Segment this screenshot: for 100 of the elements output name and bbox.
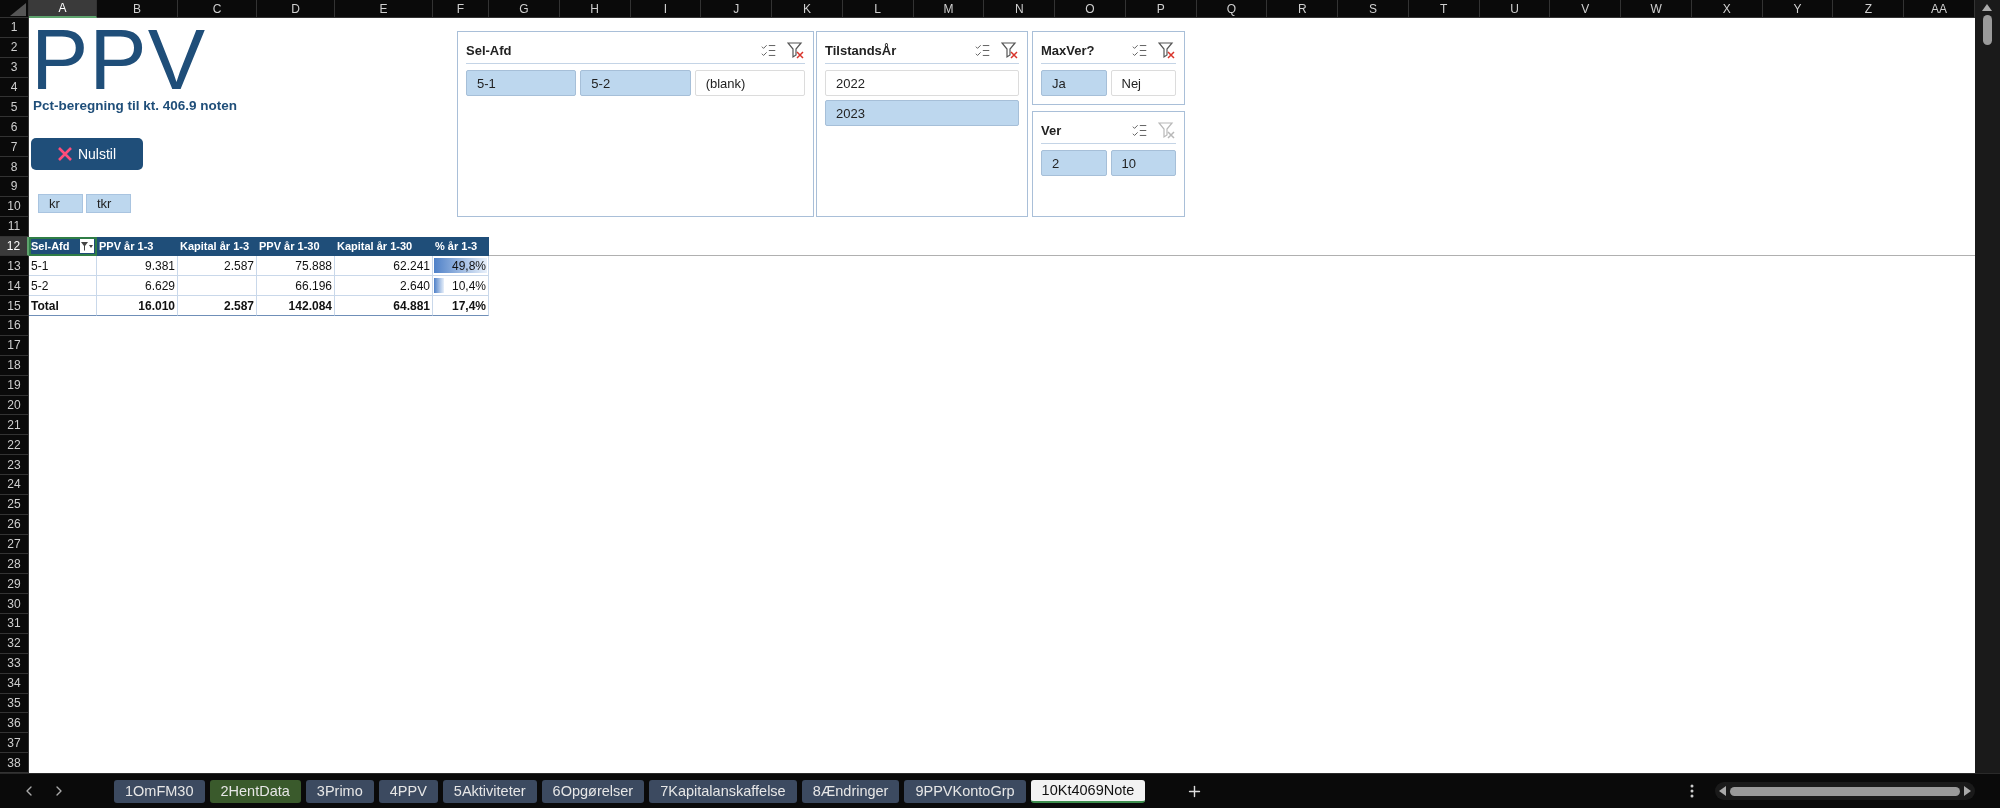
column-header[interactable]: K	[772, 0, 843, 18]
column-header[interactable]: M	[913, 0, 985, 18]
row-header[interactable]: 38	[0, 753, 29, 773]
sheet-tab[interactable]: 5Aktiviteter	[442, 779, 537, 803]
row-header[interactable]: 28	[0, 554, 29, 575]
column-header[interactable]: V	[1550, 0, 1622, 18]
row-header[interactable]: 20	[0, 395, 29, 416]
select-all-corner[interactable]	[0, 0, 29, 18]
sheet-tab[interactable]: 9PPVKontoGrp	[904, 779, 1026, 803]
row-header[interactable]: 3	[0, 57, 29, 78]
row-header[interactable]: 23	[0, 455, 29, 475]
scroll-left-icon[interactable]	[1719, 786, 1726, 796]
column-header[interactable]: Y	[1762, 0, 1834, 18]
row-header[interactable]: 2	[0, 37, 29, 58]
vertical-scrollbar[interactable]	[1975, 0, 2000, 773]
slicer-item[interactable]: 5-2	[580, 70, 691, 96]
row-header[interactable]: 1	[0, 18, 29, 38]
row-header[interactable]: 32	[0, 633, 29, 654]
sheet-tab[interactable]: 4PPV	[378, 779, 438, 803]
row-header[interactable]: 8	[0, 157, 29, 177]
column-header[interactable]: C	[178, 0, 257, 18]
clear-filter-button[interactable]	[787, 42, 805, 59]
column-header[interactable]: AA	[1904, 0, 1975, 18]
row-header[interactable]: 6	[0, 117, 29, 138]
clear-filter-button[interactable]	[1001, 42, 1019, 59]
row-header[interactable]: 22	[0, 435, 29, 456]
column-header[interactable]: O	[1055, 0, 1126, 18]
reset-button[interactable]: Nulstil	[31, 138, 143, 170]
row-header[interactable]: 25	[0, 494, 29, 515]
filter-button[interactable]	[80, 239, 94, 254]
slicer-item[interactable]: 2023	[825, 100, 1019, 126]
row-header[interactable]: 26	[0, 514, 29, 535]
sheet-tab[interactable]: 6Opgørelser	[541, 779, 645, 803]
row-header[interactable]: 5	[0, 97, 29, 118]
column-header[interactable]: I	[630, 0, 702, 18]
row-header[interactable]: 17	[0, 335, 29, 356]
row-header[interactable]: 16	[0, 316, 29, 336]
slicer-item[interactable]: Nej	[1110, 70, 1176, 96]
column-header[interactable]: R	[1267, 0, 1339, 18]
row-header[interactable]: 4	[0, 77, 29, 98]
column-header[interactable]: W	[1621, 0, 1692, 18]
column-header[interactable]: G	[489, 0, 560, 18]
scroll-thumb[interactable]	[1730, 786, 1960, 796]
row-header[interactable]: 18	[0, 355, 29, 376]
scroll-up-icon[interactable]	[1982, 4, 1993, 11]
unit-button[interactable]: kr	[38, 194, 83, 213]
row-header[interactable]: 29	[0, 574, 29, 595]
scroll-right-icon[interactable]	[1964, 786, 1971, 796]
row-header[interactable]: 36	[0, 713, 29, 734]
multi-select-button[interactable]	[1131, 42, 1148, 59]
row-header[interactable]: 37	[0, 733, 29, 754]
row-header[interactable]: 33	[0, 653, 29, 674]
horizontal-scrollbar[interactable]	[1715, 782, 1975, 800]
slicer-item[interactable]: 5-1	[466, 70, 577, 96]
column-header[interactable]: P	[1125, 0, 1197, 18]
column-header[interactable]: T	[1408, 0, 1480, 18]
multi-select-button[interactable]	[760, 42, 777, 59]
clear-filter-button[interactable]	[1158, 42, 1176, 59]
slicer-item[interactable]: Ja	[1041, 70, 1107, 96]
column-header[interactable]: B	[97, 0, 178, 18]
multi-select-button[interactable]	[974, 42, 991, 59]
column-header[interactable]: E	[335, 0, 433, 18]
column-header[interactable]: S	[1338, 0, 1409, 18]
column-header[interactable]: L	[842, 0, 914, 18]
row-header[interactable]: 34	[0, 673, 29, 694]
scroll-thumb[interactable]	[1983, 15, 1992, 45]
column-header[interactable]: D	[257, 0, 335, 18]
row-header[interactable]: 31	[0, 614, 29, 634]
column-header[interactable]: F	[433, 0, 489, 18]
multi-select-button[interactable]	[1131, 122, 1148, 139]
column-header[interactable]: X	[1691, 0, 1763, 18]
row-header[interactable]: 21	[0, 415, 29, 436]
column-header[interactable]: Z	[1833, 0, 1905, 18]
row-header[interactable]: 30	[0, 594, 29, 615]
sheet-tab[interactable]: 10Kt4069Note	[1030, 779, 1146, 803]
row-header[interactable]: 19	[0, 375, 29, 396]
sheet-tab[interactable]: 2HentData	[209, 779, 301, 803]
row-header[interactable]: 24	[0, 474, 29, 495]
column-header[interactable]: H	[559, 0, 631, 18]
column-header[interactable]: U	[1479, 0, 1551, 18]
row-header[interactable]: 10	[0, 196, 29, 217]
row-header[interactable]: 12	[0, 236, 29, 257]
slicer-item[interactable]: 2022	[825, 70, 1019, 96]
row-header[interactable]: 9	[0, 176, 29, 197]
column-header[interactable]: J	[701, 0, 773, 18]
sheet-tab[interactable]: 3Primo	[305, 779, 374, 803]
slicer-item[interactable]: 10	[1110, 150, 1176, 176]
unit-button[interactable]: tkr	[86, 194, 131, 213]
row-header[interactable]: 15	[0, 296, 29, 316]
column-header[interactable]: A	[29, 0, 97, 18]
row-header[interactable]: 35	[0, 693, 29, 714]
row-header[interactable]: 7	[0, 137, 29, 158]
slicer-item[interactable]: 2	[1041, 150, 1107, 176]
sheet-tab[interactable]: 8Ændringer	[801, 779, 900, 803]
sheet-tab[interactable]: 7Kapitalanskaffelse	[649, 779, 797, 803]
column-header[interactable]: Q	[1196, 0, 1268, 18]
row-header[interactable]: 11	[0, 216, 29, 237]
column-header[interactable]: N	[984, 0, 1056, 18]
row-header[interactable]: 14	[0, 276, 29, 297]
sheet-tab[interactable]: 1OmFM30	[114, 779, 205, 803]
